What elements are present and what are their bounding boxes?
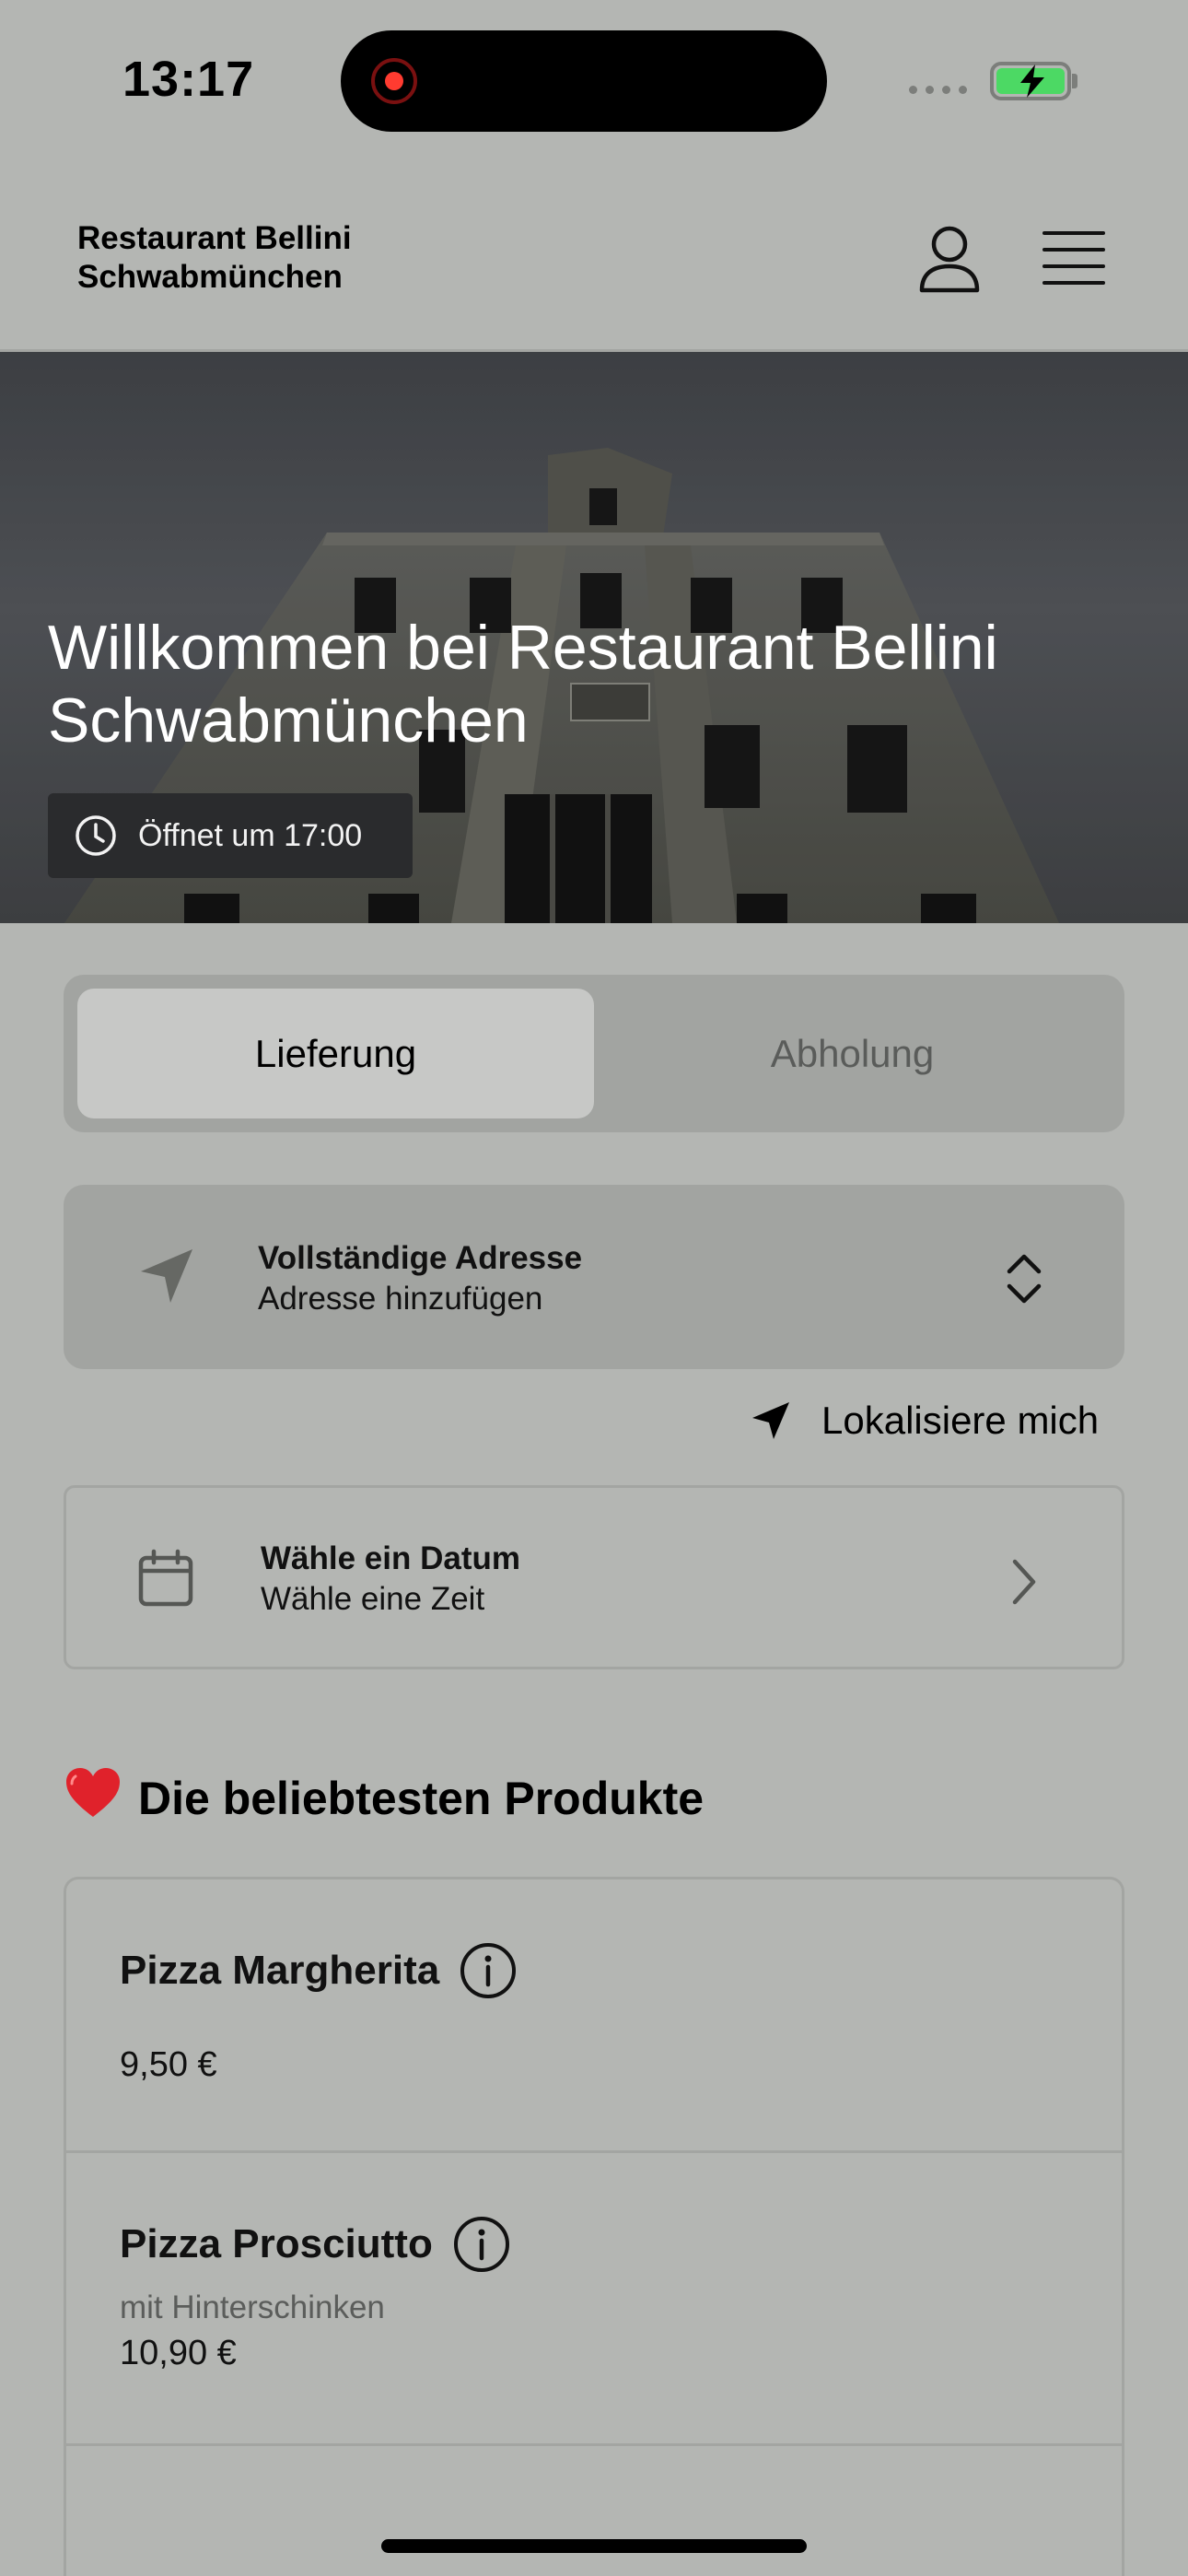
opening-time-text: Öffnet um 17:00 (138, 817, 363, 853)
user-icon (919, 226, 980, 293)
tab-delivery[interactable]: Lieferung (77, 989, 594, 1118)
order-mode-toggle: Lieferung Abholung (64, 975, 1124, 1132)
restaurant-name[interactable]: Restaurant Bellini Schwabmünchen (77, 219, 352, 297)
calendar-icon (138, 1549, 193, 1607)
restaurant-name-line2: Schwabmünchen (77, 259, 343, 295)
account-button[interactable] (917, 226, 982, 295)
time-subtitle: Wähle eine Zeit (261, 1581, 485, 1617)
product-name: Pizza Margherita (120, 1948, 440, 1993)
product-name: Pizza Prosciutto (120, 2221, 433, 2266)
clock-icon (76, 815, 116, 856)
restaurant-name-line1: Restaurant Bellini (77, 220, 352, 256)
chevron-right-icon (1012, 1559, 1036, 1605)
popular-products-heading: Die beliebtesten Produkte (64, 1767, 704, 1830)
popular-products-title: Die beliebtesten Produkte (138, 1773, 705, 1824)
product-item[interactable]: Pizza Margherita 9,50 € (66, 1879, 1122, 2153)
menu-button[interactable] (1042, 231, 1105, 285)
recording-indicator-icon (371, 58, 417, 104)
location-arrow-icon (752, 1402, 789, 1439)
info-icon[interactable] (460, 1942, 517, 1999)
product-item[interactable]: Pizza Prosciutto mit Hinterschinken 10,9… (66, 2153, 1122, 2446)
info-icon[interactable] (453, 2216, 510, 2273)
dynamic-island (341, 30, 827, 132)
hamburger-menu-icon (1042, 231, 1105, 235)
product-price: 9,50 € (120, 2045, 217, 2084)
status-time: 13:17 (122, 52, 255, 107)
address-title: Vollständige Adresse (258, 1240, 583, 1276)
tab-pickup[interactable]: Abholung (594, 989, 1111, 1118)
product-price: 10,90 € (120, 2334, 237, 2372)
address-selector[interactable]: Vollständige Adresse Adresse hinzufügen (64, 1185, 1124, 1369)
status-bar: 13:17 (0, 0, 1188, 161)
chevron-up-down-icon (1007, 1254, 1042, 1304)
charging-bolt-icon (1020, 64, 1044, 98)
hero-banner: Willkommen bei Restaurant Bellini Schwab… (0, 352, 1188, 923)
app-header: Restaurant Bellini Schwabmünchen (0, 161, 1188, 352)
battery-icon (990, 62, 1071, 100)
opening-time-badge: Öffnet um 17:00 (48, 793, 413, 878)
date-time-selector[interactable]: Wähle ein Datum Wähle eine Zeit (64, 1485, 1124, 1669)
navigation-arrow-icon (141, 1249, 192, 1303)
cellular-signal-icon (909, 86, 967, 94)
address-subtitle: Adresse hinzufügen (258, 1281, 543, 1317)
date-title: Wähle ein Datum (261, 1540, 520, 1576)
locate-me-button[interactable]: Lokalisiere mich (750, 1399, 1099, 1443)
locate-me-label: Lokalisiere mich (821, 1399, 1100, 1442)
product-list: Pizza Margherita 9,50 € Pizza Prosciutto… (64, 1877, 1124, 2576)
welcome-title: Willkommen bei Restaurant Bellini Schwab… (48, 613, 998, 755)
home-indicator[interactable] (381, 2539, 807, 2553)
product-description: mit Hinterschinken (120, 2289, 385, 2325)
battery-tip (1072, 74, 1077, 88)
heart-icon (64, 1767, 122, 1830)
